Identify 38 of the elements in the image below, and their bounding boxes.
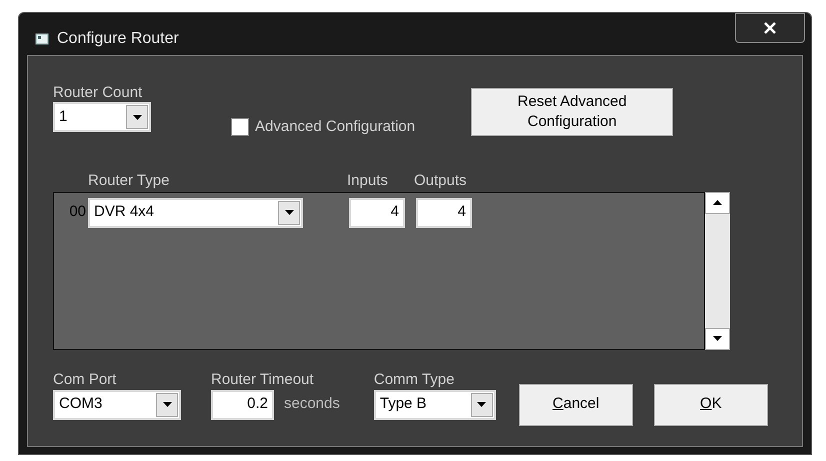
caret-icon	[477, 402, 486, 407]
comm-type-dropdown[interactable]: Type B	[374, 390, 496, 420]
dropdown-button[interactable]	[156, 392, 178, 416]
caret-icon	[284, 210, 294, 215]
close-icon	[764, 22, 776, 34]
caret-icon	[713, 336, 722, 341]
close-button[interactable]	[735, 13, 805, 43]
dropdown-button[interactable]	[470, 392, 493, 416]
inputs-field[interactable]: 4	[349, 198, 405, 228]
router-type-dropdown[interactable]: DVR 4x4	[88, 198, 303, 228]
unit-label: seconds	[284, 394, 340, 414]
window-icon	[35, 33, 49, 45]
dialog-button[interactable]: Cancel	[518, 384, 633, 426]
reset-button[interactable]: Reset Advanced Configuration	[471, 88, 674, 136]
up-arrow-icon	[713, 200, 722, 205]
timeout-field[interactable]: 0.2	[211, 390, 274, 420]
com-port-dropdown[interactable]: COM3	[53, 390, 181, 420]
window-title: Configure Router	[57, 29, 179, 49]
router-count-label: Router Count	[53, 84, 144, 102]
scroll-down-button[interactable]	[705, 328, 730, 350]
scrollbar[interactable]	[705, 192, 730, 350]
row-number: 00	[68, 202, 87, 222]
dialog-button[interactable]: OK	[654, 384, 768, 426]
caret-icon	[132, 114, 142, 120]
column-header: Router Type	[88, 172, 170, 190]
com-port-label: Com Port	[53, 370, 118, 390]
scroll-up-button[interactable]	[705, 192, 730, 214]
checkbox-label: Advanced Configuration	[255, 117, 416, 137]
router-timeout-label: Router Timeout	[211, 370, 315, 390]
column-header: Inputs	[347, 172, 389, 190]
column-header: Outputs	[414, 172, 467, 190]
dropdown-button[interactable]	[278, 200, 300, 224]
checkbox[interactable]	[231, 118, 249, 136]
dropdown-button[interactable]	[126, 105, 148, 129]
caret-icon	[162, 402, 172, 407]
comm-type-label: Comm Type	[374, 370, 456, 390]
router-count-dropdown[interactable]: 1	[53, 102, 151, 132]
outputs-field[interactable]: 4	[416, 198, 472, 228]
